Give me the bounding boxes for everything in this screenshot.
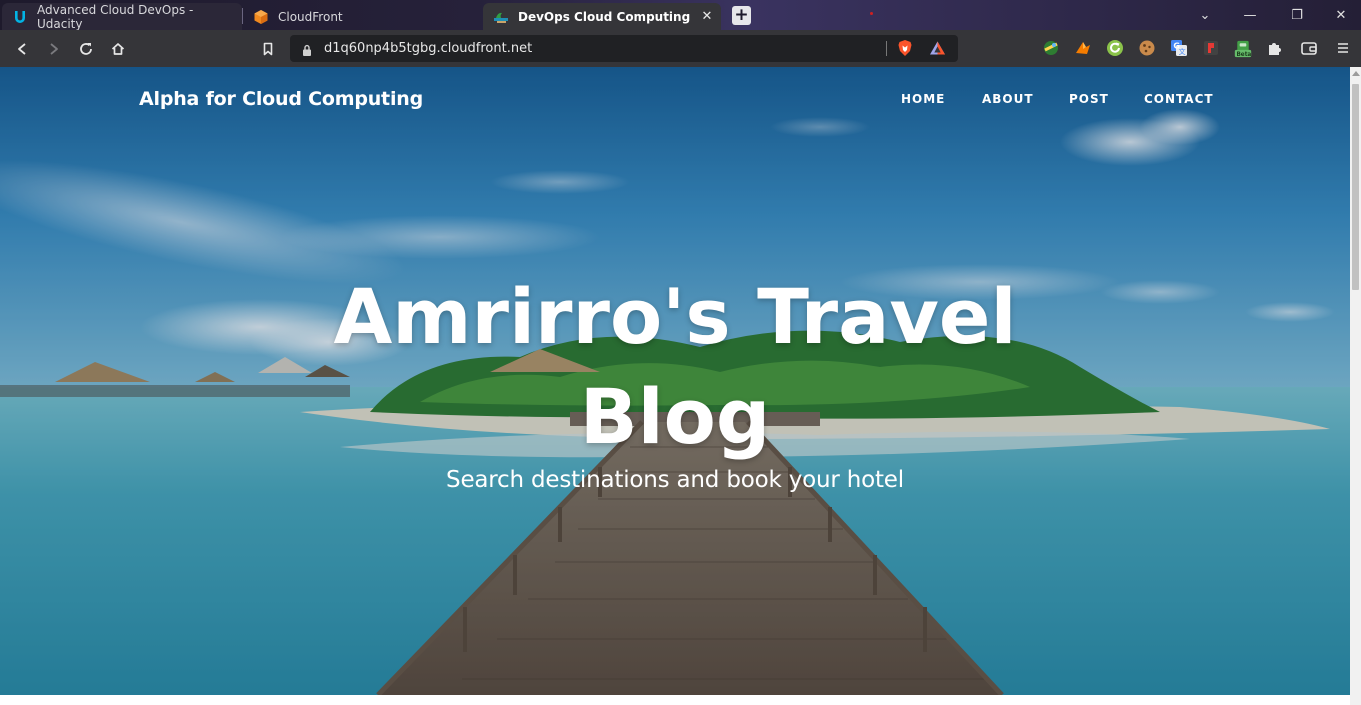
page-title-line-1: Amrirro's Travel [333,272,1017,361]
udacity-icon [12,9,28,25]
beta-extension-icon[interactable]: Beta [1234,37,1252,61]
cookie-icon[interactable] [1138,39,1156,57]
tab-devops-cloud-computing[interactable]: DevOps Cloud Computing ✕ [483,3,721,30]
nav-home[interactable]: HOME [901,92,945,106]
reload-icon [80,43,92,55]
aws-cube-icon [253,9,269,25]
forward-icon [50,43,58,55]
close-window-button[interactable]: ✕ [1326,4,1356,26]
back-button[interactable] [10,37,34,61]
scroll-up-arrow-icon[interactable] [1352,71,1360,76]
svg-text:文: 文 [1179,47,1186,56]
page-subheading: Search destinations and book your hotel [446,467,904,493]
reload-button[interactable] [74,37,98,61]
nav-contact[interactable]: CONTACT [1144,92,1214,106]
home-button[interactable] [106,37,130,61]
site-brand-link[interactable]: Alpha for Cloud Computing [139,88,423,110]
green-refresh-icon[interactable] [1106,39,1124,57]
brave-shield-icon[interactable] [896,39,914,57]
tab-strip: Advanced Cloud DevOps - Udacity CloudFro… [0,0,1361,31]
back-icon [18,43,26,55]
browser-toolbar: d1q60np4b5tgbg.cloudfront.net G文 Beta [0,30,1361,67]
forward-button[interactable] [42,37,66,61]
wallet-icon[interactable] [1300,39,1318,57]
url-divider [886,41,887,56]
url-text[interactable]: d1q60np4b5tgbg.cloudfront.net [324,41,532,56]
nav-about[interactable]: ABOUT [982,92,1034,106]
lock-icon[interactable] [302,42,312,61]
page-viewport: Alpha for Cloud Computing HOME ABOUT POS… [0,67,1361,705]
menu-icon[interactable] [1334,39,1352,57]
scrollbar-thumb[interactable] [1352,84,1359,290]
red-tag-icon[interactable] [1202,39,1220,57]
beta-label: Beta [1236,52,1251,58]
puzzle-icon[interactable] [1266,39,1284,57]
tab-title: Advanced Cloud DevOps - Udacity [37,2,194,31]
globe-extension-icon[interactable] [1042,39,1060,57]
address-bar[interactable]: d1q60np4b5tgbg.cloudfront.net [290,35,958,62]
site-icon [493,9,509,25]
tab-cloudfront[interactable]: CloudFront [243,3,481,30]
hero-section: Alpha for Cloud Computing HOME ABOUT POS… [0,67,1350,695]
tab-title: DevOps Cloud Computing [518,9,691,24]
translate-icon[interactable]: G文 [1170,39,1188,57]
indicator-dot [870,12,873,15]
tab-search-dropdown-icon[interactable]: ⌄ [1190,4,1220,26]
tab-udacity[interactable]: Advanced Cloud DevOps - Udacity [2,2,242,31]
home-icon [111,43,125,55]
bookmark-icon [263,42,273,56]
nav-post[interactable]: POST [1069,92,1109,106]
bookmark-button[interactable] [256,37,280,61]
restore-button[interactable]: ❐ [1282,4,1312,26]
fox-extension-icon[interactable] [1074,39,1092,57]
tab-title: CloudFront [278,9,343,24]
brave-rewards-icon[interactable] [928,39,946,57]
minimize-button[interactable]: — [1235,4,1265,26]
new-tab-button[interactable]: + [732,6,751,25]
close-tab-icon[interactable]: ✕ [699,8,715,24]
page-title-line-2: Blog [579,372,771,461]
